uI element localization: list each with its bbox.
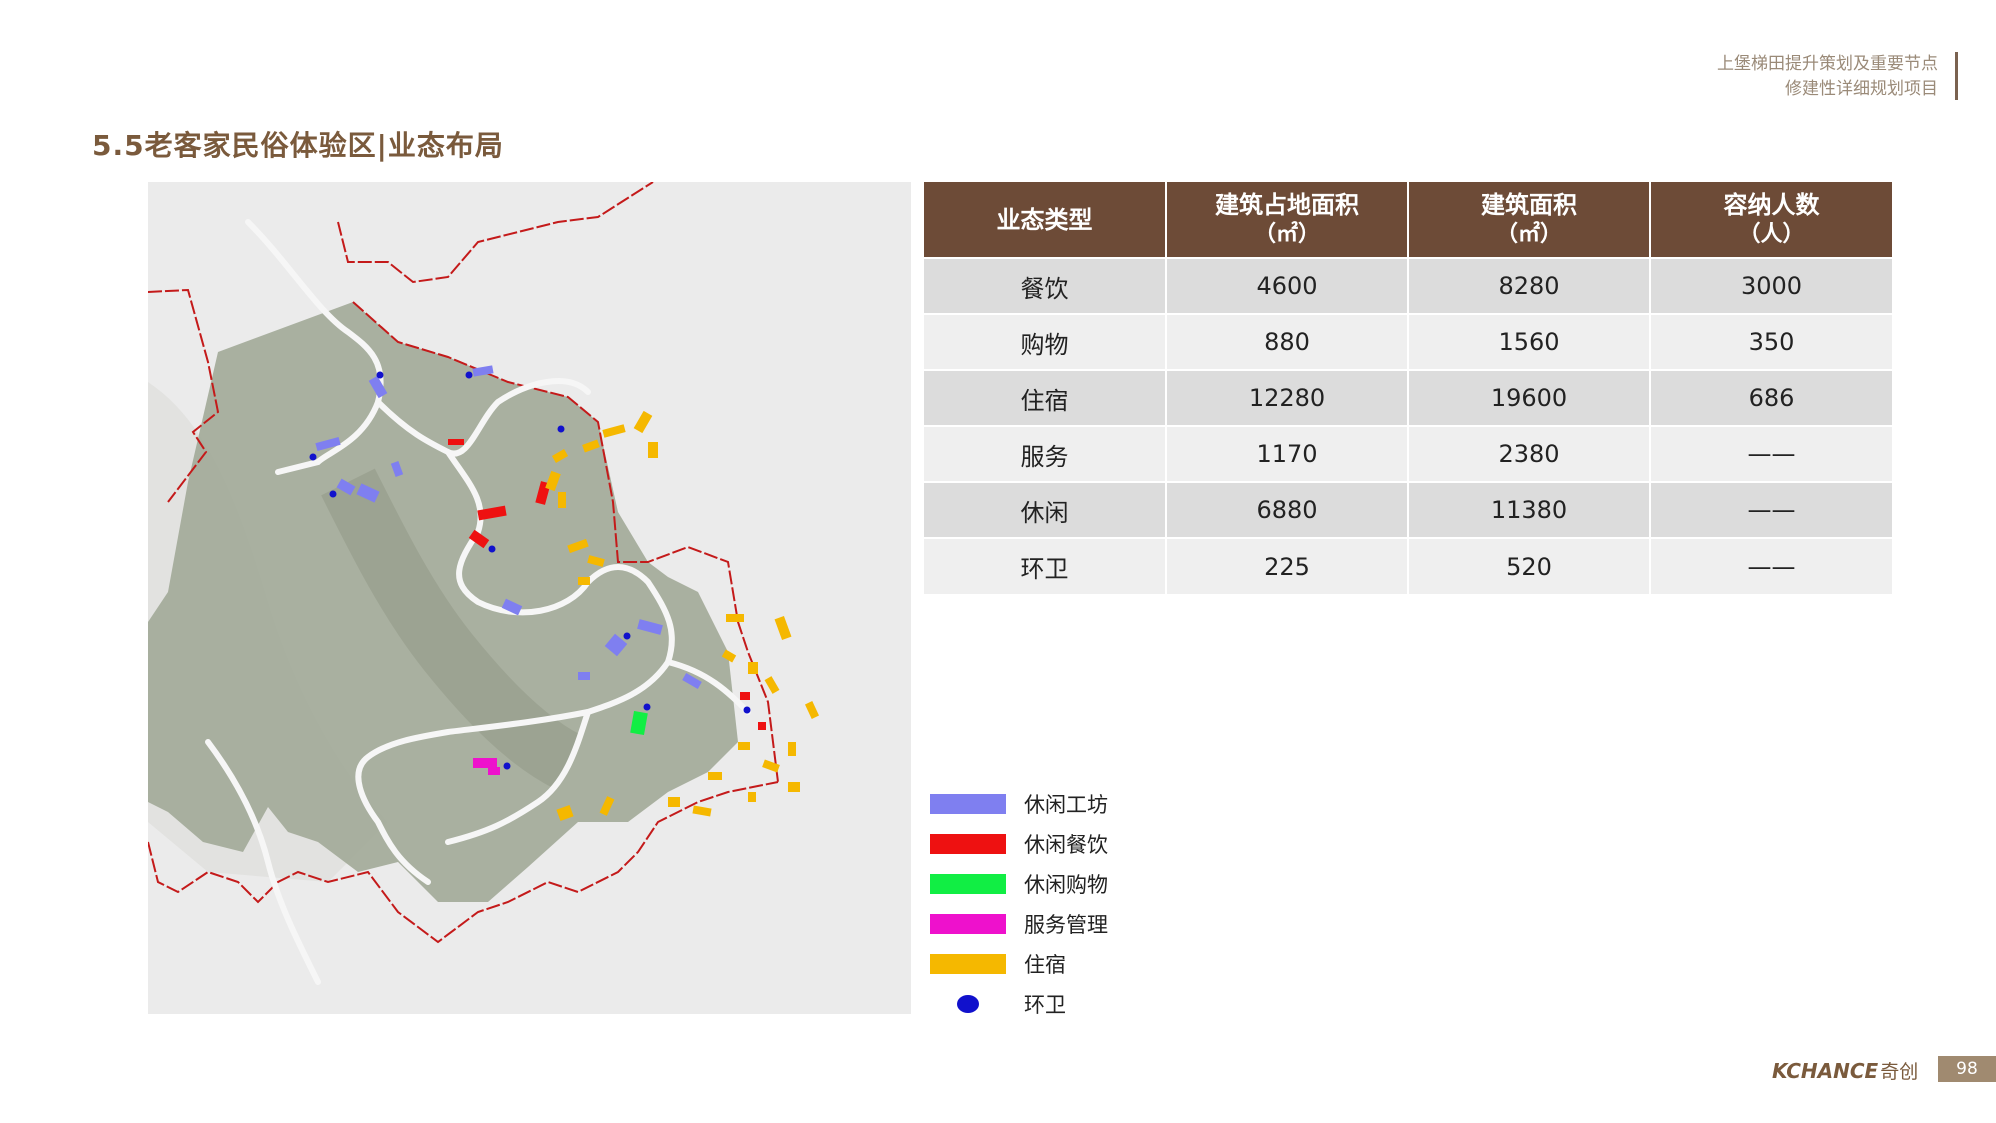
header-capacity: 容纳人数 （人）	[1650, 182, 1892, 258]
page-title: 5.5老客家民俗体验区|业态布局	[92, 129, 504, 162]
cell-type: 餐饮	[924, 257, 1167, 314]
map-svg	[148, 182, 911, 1014]
header-divider	[1955, 52, 1958, 100]
cell-footprint: 4600	[1166, 257, 1409, 314]
cell-capacity: ——	[1650, 481, 1892, 538]
cell-area: 11380	[1408, 481, 1651, 538]
cell-area: 1560	[1408, 313, 1651, 370]
legend-item-lodging: 住宿	[930, 944, 1108, 984]
cell-area: 8280	[1408, 257, 1651, 314]
cell-footprint: 12280	[1166, 369, 1409, 426]
legend-label: 休闲餐饮	[1024, 833, 1108, 857]
project-name-line1: 上堡梯田提升策划及重要节点	[1717, 54, 1938, 74]
table-row: 服务 1170 2380 ——	[924, 425, 1892, 482]
cell-type: 服务	[924, 425, 1167, 482]
legend-item-leisure-shopping: 休闲购物	[930, 864, 1108, 904]
header-type: 业态类型	[924, 182, 1167, 258]
cell-footprint: 1170	[1166, 425, 1409, 482]
page-number: 98	[1938, 1056, 1996, 1082]
legend-label: 服务管理	[1024, 913, 1108, 937]
table-row: 餐饮 4600 8280 3000	[924, 257, 1892, 314]
cell-area: 19600	[1408, 369, 1651, 426]
cell-capacity: 686	[1650, 369, 1892, 426]
legend-label: 住宿	[1024, 953, 1066, 977]
cell-footprint: 225	[1166, 537, 1409, 594]
table-row: 休闲 6880 11380 ——	[924, 481, 1892, 538]
brand-name: KCHANCE	[1772, 1059, 1879, 1083]
legend-swatch	[930, 794, 1006, 814]
table-header-row: 业态类型 建筑占地面积 （㎡） 建筑面积 （㎡） 容纳人数 （人）	[924, 182, 1892, 258]
cell-type: 购物	[924, 313, 1167, 370]
project-name-line2: 修建性详细规划项目	[1785, 79, 1938, 99]
legend-swatch	[930, 914, 1006, 934]
project-name: 上堡梯田提升策划及重要节点 修建性详细规划项目	[1717, 52, 1938, 102]
legend-swatch	[930, 954, 1006, 974]
map-legend: 休闲工坊 休闲餐饮 休闲购物 服务管理 住宿 环卫	[930, 784, 1108, 1024]
table-row: 环卫 225 520 ——	[924, 537, 1892, 594]
legend-dot	[957, 995, 979, 1013]
table-row: 住宿 12280 19600 686	[924, 369, 1892, 426]
cell-type: 环卫	[924, 537, 1167, 594]
cell-footprint: 880	[1166, 313, 1409, 370]
cell-area: 2380	[1408, 425, 1651, 482]
legend-item-service-management: 服务管理	[930, 904, 1108, 944]
business-layout-map	[148, 182, 911, 1014]
legend-item-leisure-dining: 休闲餐饮	[930, 824, 1108, 864]
header-area: 建筑面积 （㎡）	[1408, 182, 1651, 258]
cell-capacity: 350	[1650, 313, 1892, 370]
cell-capacity: ——	[1650, 537, 1892, 594]
legend-swatch	[930, 874, 1006, 894]
table-row: 购物 880 1560 350	[924, 313, 1892, 370]
brand-name-cn: 奇创	[1880, 1061, 1919, 1083]
cell-capacity: ——	[1650, 425, 1892, 482]
cell-footprint: 6880	[1166, 481, 1409, 538]
cell-area: 520	[1408, 537, 1651, 594]
legend-item-sanitation: 环卫	[930, 984, 1108, 1024]
cell-type: 休闲	[924, 481, 1167, 538]
business-type-table: 业态类型 建筑占地面积 （㎡） 建筑面积 （㎡） 容纳人数 （人） 餐饮 4600 8…	[924, 182, 1892, 594]
legend-swatch	[930, 834, 1006, 854]
brand-logo: KCHANCE 奇创	[1772, 1057, 1918, 1084]
legend-item-leisure-workshop: 休闲工坊	[930, 784, 1108, 824]
legend-label: 环卫	[1024, 993, 1066, 1017]
legend-label: 休闲购物	[1024, 873, 1108, 897]
header-footprint: 建筑占地面积 （㎡）	[1166, 182, 1409, 258]
legend-label: 休闲工坊	[1024, 793, 1108, 817]
cell-type: 住宿	[924, 369, 1167, 426]
cell-capacity: 3000	[1650, 257, 1892, 314]
